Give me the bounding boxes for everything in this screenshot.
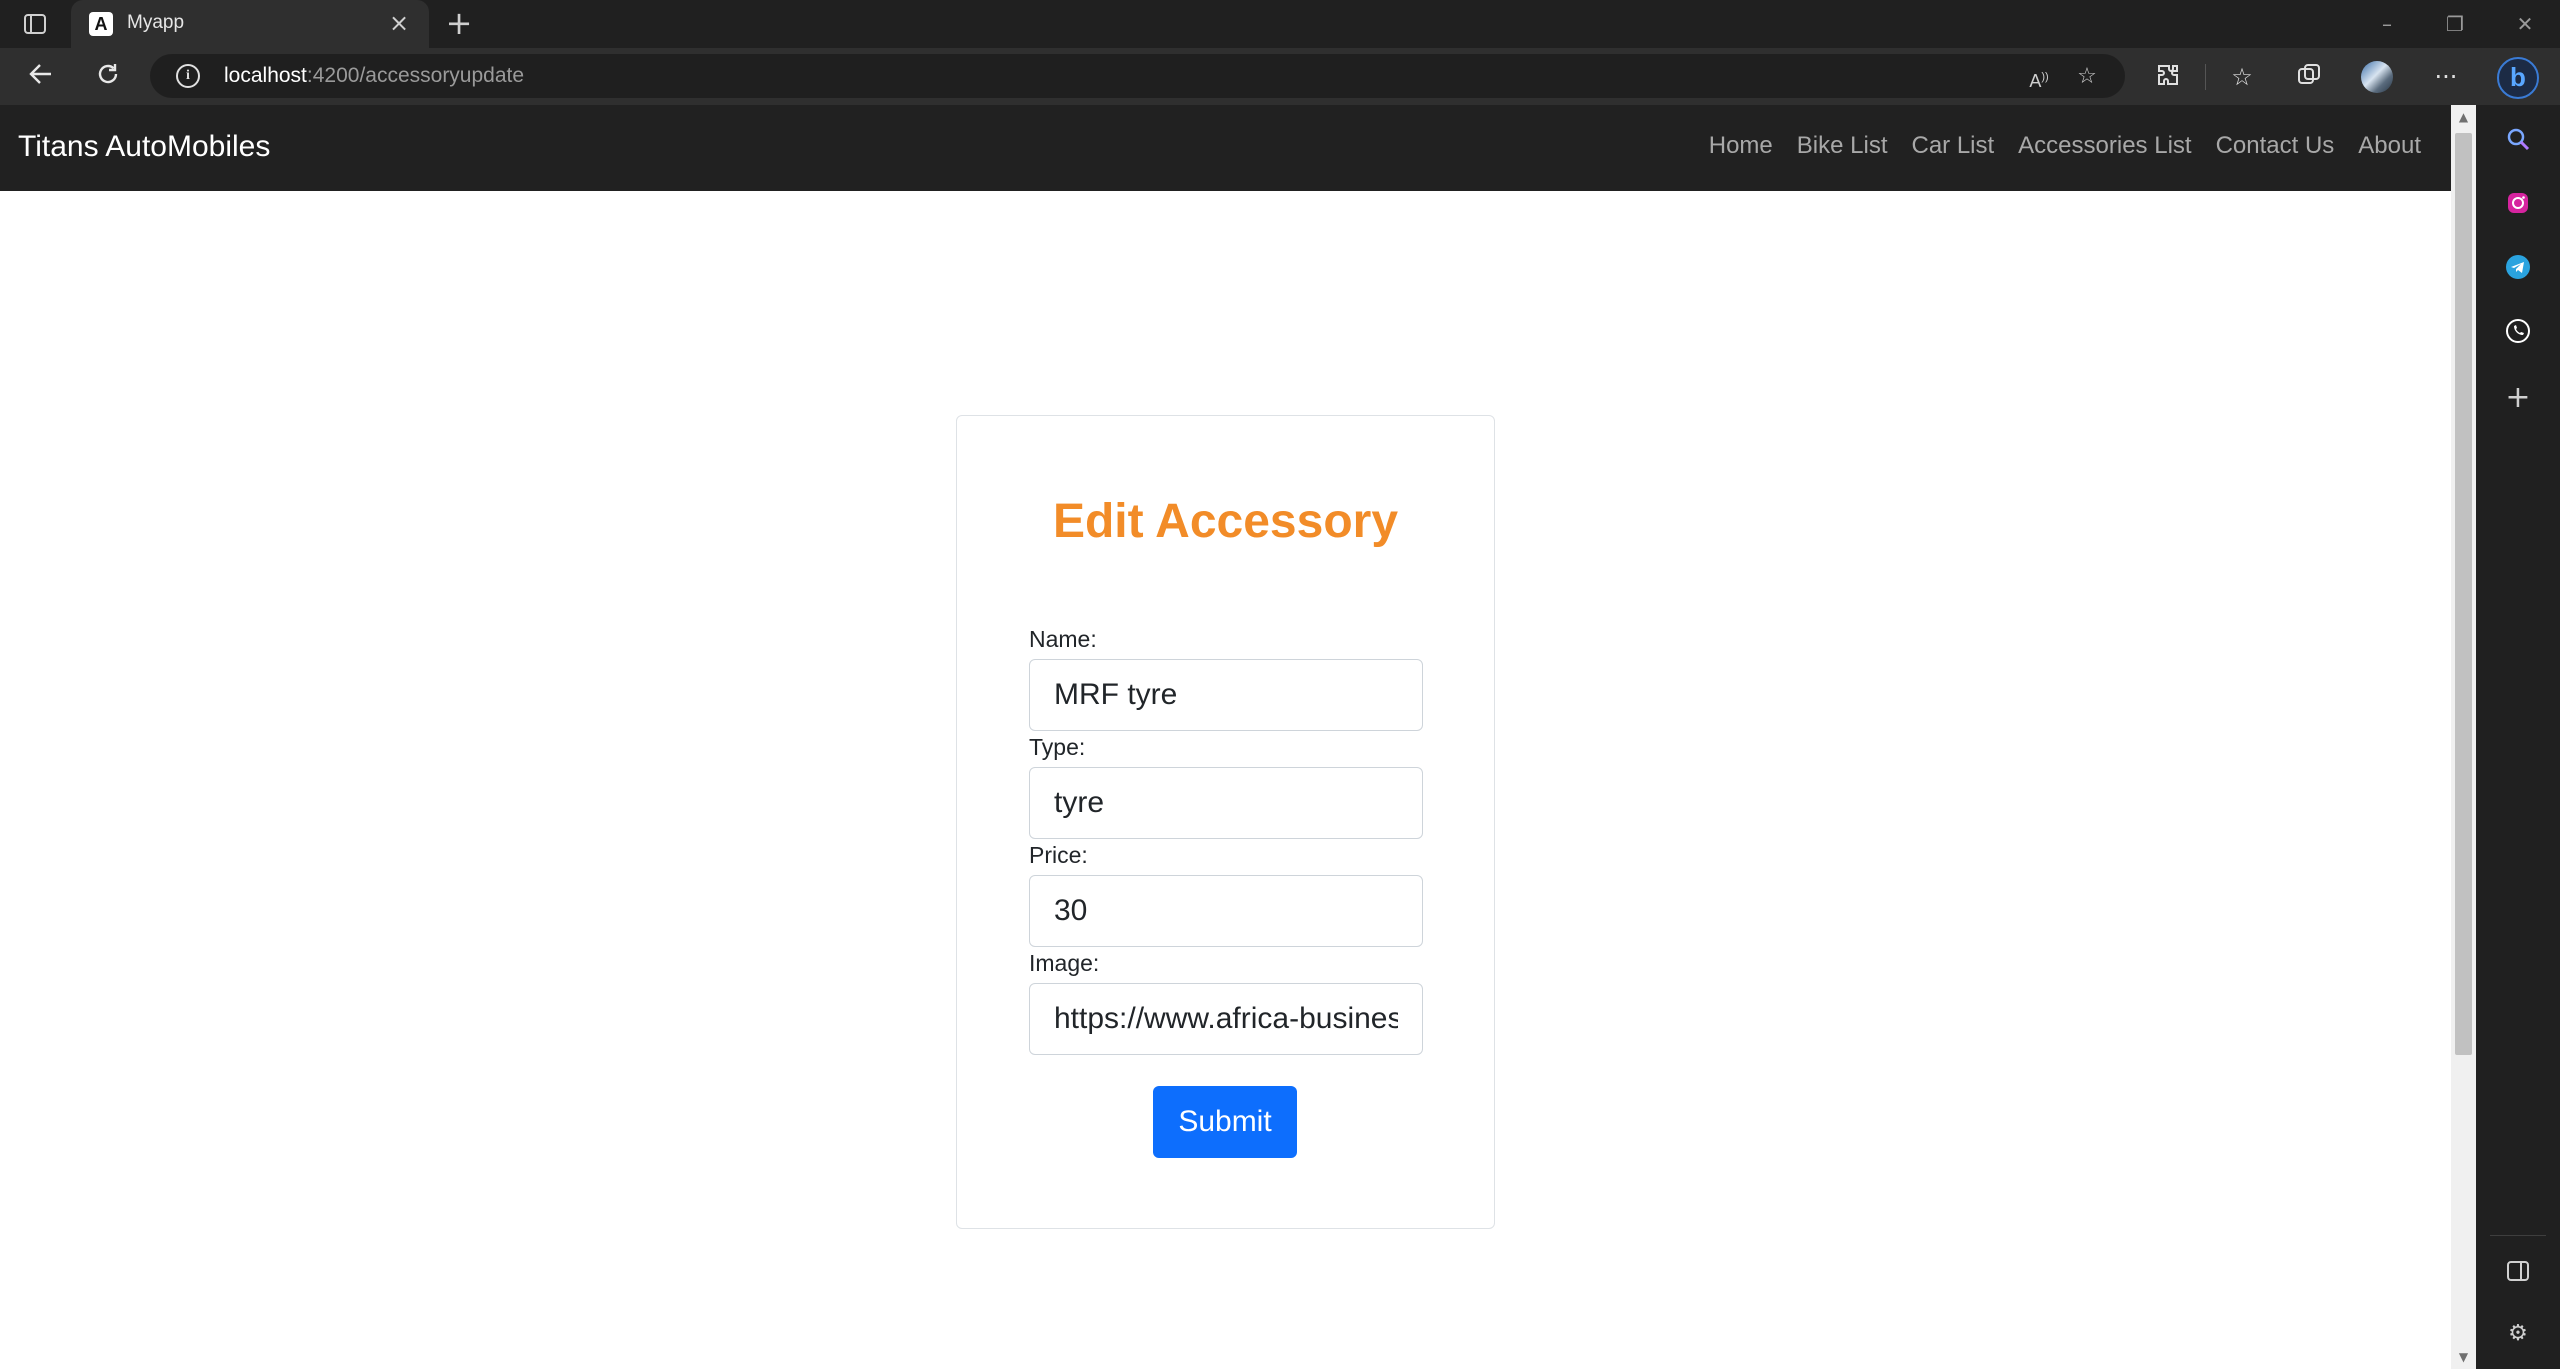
- refresh-icon[interactable]: [91, 60, 125, 94]
- browser-tab[interactable]: A Myapp ×: [71, 0, 429, 48]
- tab-actions-icon[interactable]: [20, 10, 50, 38]
- submit-button[interactable]: Submit: [1153, 1086, 1297, 1158]
- angular-favicon-icon: A: [89, 12, 113, 36]
- favorites-icon[interactable]: ☆: [2227, 62, 2257, 92]
- page-scrollbar[interactable]: ▲ ▼: [2451, 105, 2476, 1369]
- scrollbar-thumb[interactable]: [2455, 133, 2472, 1055]
- extensions-icon[interactable]: [2153, 62, 2183, 92]
- name-label: Name:: [1029, 626, 1097, 652]
- brand-logo-text[interactable]: Titans AutoMobiles: [18, 130, 270, 164]
- tab-title: Myapp: [127, 12, 185, 33]
- price-input[interactable]: [1029, 875, 1423, 947]
- add-favorite-icon[interactable]: ☆: [2074, 64, 2100, 90]
- nav-link-car-list[interactable]: Car List: [1911, 132, 1994, 160]
- new-tab-icon[interactable]: +: [444, 7, 474, 39]
- hide-sidebar-icon[interactable]: [2500, 1253, 2536, 1289]
- sidebar-search-icon[interactable]: [2500, 121, 2536, 157]
- sidebar-add-icon[interactable]: +: [2500, 379, 2536, 415]
- browser-tab-bar: A Myapp × + – ❐ ✕: [0, 0, 2560, 48]
- nav-links: Home Bike List Car List Accessories List…: [1709, 132, 2421, 160]
- nav-link-about[interactable]: About: [2358, 132, 2421, 160]
- site-info-icon[interactable]: i: [176, 64, 200, 88]
- edit-accessory-card: Edit Accessory Name: Type: Price: Image:…: [956, 415, 1495, 1229]
- url-text[interactable]: localhost:4200/accessoryupdate: [224, 64, 524, 88]
- nav-link-home[interactable]: Home: [1709, 132, 1773, 160]
- name-input[interactable]: [1029, 659, 1423, 731]
- edge-sidebar: + ⚙: [2476, 105, 2560, 1369]
- sidebar-separator: [2490, 1235, 2546, 1236]
- image-url-input[interactable]: [1029, 983, 1423, 1055]
- page-viewport: Titans AutoMobiles Home Bike List Car Li…: [0, 105, 2451, 1369]
- whatsapp-icon[interactable]: [2500, 313, 2536, 349]
- read-aloud-icon[interactable]: A)): [2026, 64, 2052, 91]
- bing-copilot-icon[interactable]: b: [2497, 57, 2539, 99]
- nav-link-bike-list[interactable]: Bike List: [1797, 132, 1888, 160]
- type-input[interactable]: [1029, 767, 1423, 839]
- site-navbar: Titans AutoMobiles Home Bike List Car Li…: [0, 105, 2451, 191]
- browser-toolbar: i localhost:4200/accessoryupdate A)) ☆ ☆…: [0, 48, 2560, 105]
- more-options-icon[interactable]: ···: [2431, 62, 2461, 92]
- tab-close-icon[interactable]: ×: [387, 11, 411, 36]
- telegram-icon[interactable]: [2500, 249, 2536, 285]
- scroll-up-icon[interactable]: ▲: [2451, 105, 2476, 129]
- nav-link-contact-us[interactable]: Contact Us: [2216, 132, 2335, 160]
- minimize-icon[interactable]: –: [2367, 10, 2407, 38]
- price-label: Price:: [1029, 842, 1088, 868]
- form-heading: Edit Accessory: [1052, 495, 1399, 548]
- image-label: Image:: [1029, 950, 1100, 976]
- toolbar-separator: [2205, 64, 2206, 90]
- scroll-down-icon[interactable]: ▼: [2451, 1345, 2476, 1369]
- sidebar-settings-icon[interactable]: ⚙: [2500, 1315, 2536, 1351]
- collections-icon[interactable]: [2294, 62, 2324, 92]
- address-bar[interactable]: i localhost:4200/accessoryupdate A)) ☆: [150, 54, 2125, 98]
- instagram-icon[interactable]: [2500, 185, 2536, 221]
- profile-avatar[interactable]: [2361, 61, 2393, 93]
- type-label: Type:: [1029, 734, 1086, 760]
- nav-link-accessories-list[interactable]: Accessories List: [2018, 132, 2191, 160]
- window-close-icon[interactable]: ✕: [2505, 10, 2545, 38]
- back-icon[interactable]: [24, 60, 58, 94]
- restore-icon[interactable]: ❐: [2435, 10, 2475, 38]
